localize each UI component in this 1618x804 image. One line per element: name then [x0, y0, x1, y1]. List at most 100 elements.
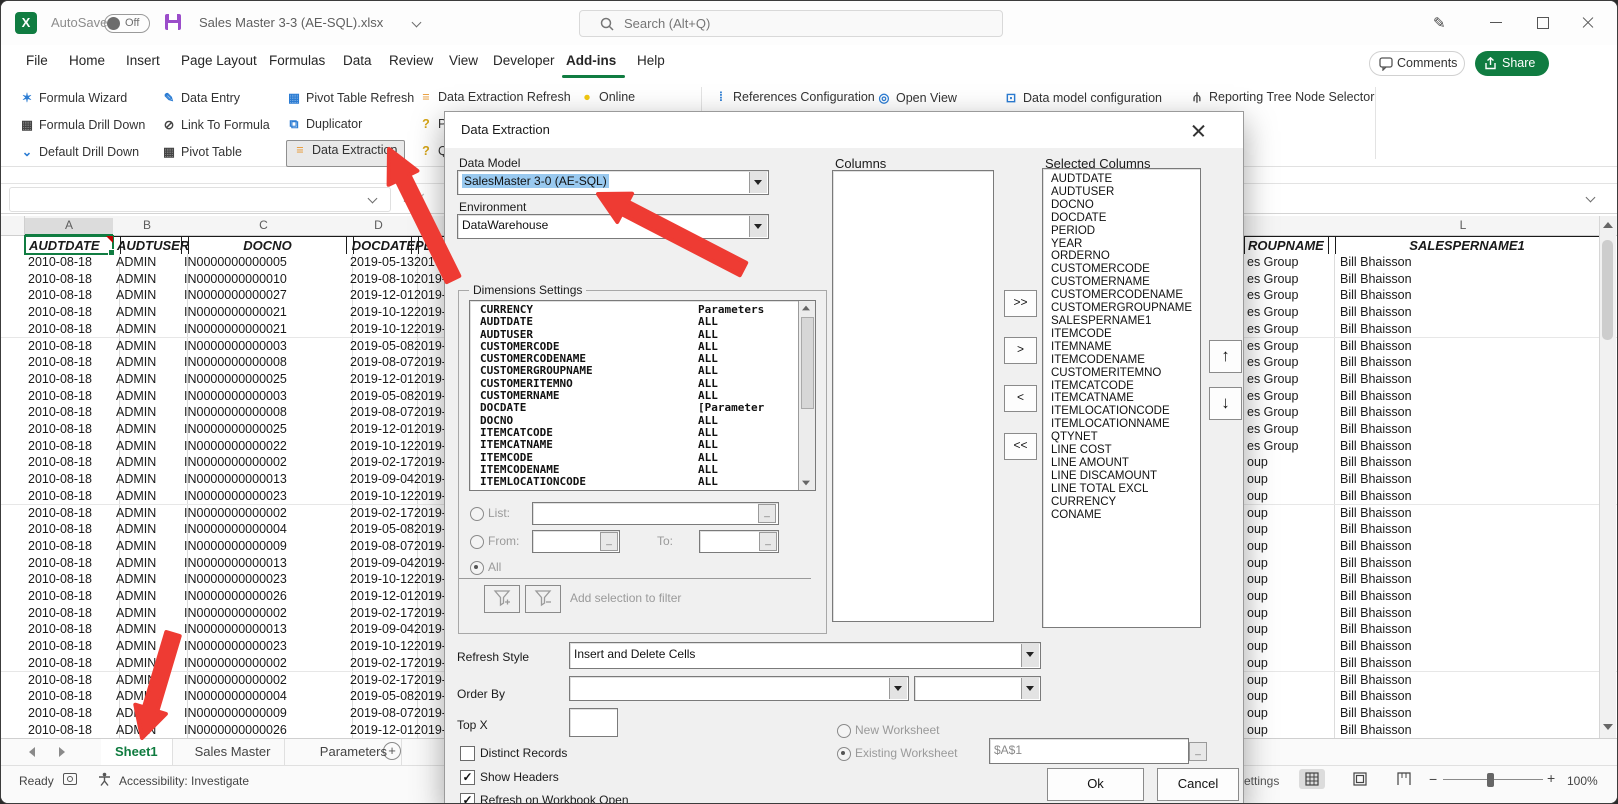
ribbon-item-data-model-configuration[interactable]: ⊡Data model configuration — [1003, 90, 1162, 110]
cell-a[interactable]: 2010-08-18 — [25, 605, 120, 622]
selected-column-item[interactable]: AUDTUSER — [1043, 186, 1200, 199]
cell-a[interactable]: 2010-08-18 — [25, 722, 120, 739]
scrollbar-thumb[interactable] — [1602, 240, 1613, 340]
cell-b[interactable]: ADMIN — [113, 722, 188, 739]
cell-d[interactable]: 2019-08-10 — [346, 271, 418, 288]
order-by-dropdown-icon[interactable] — [889, 678, 907, 699]
selected-column-item[interactable]: AUDTDATE — [1043, 173, 1200, 186]
cell-b[interactable]: ADMIN — [113, 521, 188, 538]
cell-b[interactable]: ADMIN — [113, 438, 188, 455]
order-by-combobox[interactable] — [569, 676, 909, 701]
cell-b[interactable]: ADMIN — [113, 688, 188, 705]
formula-cancel-icon[interactable]: ✕ — [415, 190, 426, 206]
cell-l[interactable]: Bill Bhaisson — [1328, 705, 1614, 722]
cell-d[interactable]: 2019-08-07 — [346, 538, 418, 555]
refresh-on-open-checkbox[interactable]: ✓ — [460, 793, 475, 804]
cell-b[interactable]: ADMIN — [113, 354, 188, 371]
cell-c[interactable]: IN0000000000003 — [181, 338, 353, 355]
ribbon-item-p[interactable]: ?P — [418, 117, 446, 137]
cell-b[interactable]: ADMIN — [113, 705, 188, 722]
move-up-button[interactable]: ↑ — [1209, 340, 1242, 373]
menu-item-data[interactable]: Data — [343, 53, 372, 68]
selected-column-item[interactable]: DOCNO — [1043, 199, 1200, 212]
filter-list-radio[interactable] — [470, 507, 484, 521]
cell-l[interactable]: Bill Bhaisson — [1328, 304, 1614, 321]
existing-worksheet-radio[interactable] — [837, 747, 851, 761]
cell-k[interactable]: es Group — [1244, 388, 1335, 405]
menu-item-help[interactable]: Help — [637, 53, 665, 68]
cell-k[interactable]: es Group — [1244, 421, 1335, 438]
cell-a[interactable]: 2010-08-18 — [25, 505, 120, 522]
cell-c[interactable]: IN0000000000008 — [181, 354, 353, 371]
ribbon-item-formula-wizard[interactable]: ✶Formula Wizard — [19, 90, 127, 110]
cell-d[interactable]: 2019-10-12 — [346, 438, 418, 455]
dialog-title-bar[interactable]: Data Extraction — [445, 112, 1243, 148]
filter-list-browse-button[interactable]: _ — [758, 504, 776, 523]
selected-column-item[interactable]: ORDERNO — [1043, 250, 1200, 263]
vertical-scrollbar[interactable] — [1599, 216, 1616, 738]
cell-b[interactable]: ADMIN — [113, 287, 188, 304]
cell-d[interactable]: 2019-05-08 — [346, 338, 418, 355]
cell-c[interactable]: IN0000000000002 — [181, 454, 353, 471]
filter-to-browse-button[interactable]: _ — [759, 532, 777, 551]
cell-b[interactable]: ADMIN — [113, 555, 188, 572]
cell-c[interactable]: IN0000000000002 — [181, 605, 353, 622]
maximize-button[interactable] — [1519, 1, 1565, 45]
cell-a[interactable]: 2010-08-18 — [25, 638, 120, 655]
share-button[interactable]: Share — [1475, 51, 1549, 76]
cell-ref-browse-button[interactable]: _ — [1189, 742, 1207, 761]
cell-k[interactable]: oup — [1244, 688, 1335, 705]
ribbon-item-open-view[interactable]: ◎Open View — [876, 90, 957, 110]
cell-k[interactable]: es Group — [1244, 438, 1335, 455]
cell-b[interactable]: ADMIN — [113, 621, 188, 638]
ribbon-item-data-extraction[interactable]: ≡Data Extraction — [286, 140, 405, 167]
cell-c[interactable]: IN0000000000004 — [181, 521, 353, 538]
cell-d[interactable]: 2019-12-01 — [346, 421, 418, 438]
cell-l[interactable]: Bill Bhaisson — [1328, 638, 1614, 655]
cell-l[interactable]: Bill Bhaisson — [1328, 722, 1614, 739]
cell-d[interactable]: 2019-02-17 — [346, 605, 418, 622]
cell-a[interactable]: 2010-08-18 — [25, 588, 120, 605]
cell-l[interactable]: Bill Bhaisson — [1328, 371, 1614, 388]
cell-c[interactable]: IN0000000000013 — [181, 555, 353, 572]
scroll-up-icon[interactable] — [1603, 222, 1613, 228]
dialog-close-icon[interactable] — [1187, 119, 1211, 143]
columns-listbox[interactable] — [832, 170, 994, 622]
view-normal-icon[interactable] — [1305, 772, 1319, 786]
selected-column-item[interactable]: ITEMLOCATIONNAME — [1043, 418, 1200, 431]
cell-k[interactable]: oup — [1244, 638, 1335, 655]
remove-filter-button[interactable] — [525, 585, 561, 613]
cell-k[interactable]: oup — [1244, 588, 1335, 605]
cell-k[interactable]: oup — [1244, 571, 1335, 588]
cell-k[interactable]: es Group — [1244, 287, 1335, 304]
cell-c[interactable]: IN0000000000027 — [181, 287, 353, 304]
cell-l[interactable]: Bill Bhaisson — [1328, 271, 1614, 288]
selected-column-item[interactable]: YEAR — [1043, 238, 1200, 251]
tab-nav-right-icon[interactable] — [59, 747, 65, 757]
selected-column-item[interactable]: LINE COST — [1043, 444, 1200, 457]
selected-column-item[interactable]: ITEMCATCODE — [1043, 380, 1200, 393]
filter-all-radio[interactable] — [470, 561, 484, 575]
cell-k[interactable]: es Group — [1244, 254, 1335, 271]
cell-d[interactable]: 2019-09-04 — [346, 471, 418, 488]
selected-column-item[interactable]: LINE DISCAMOUNT — [1043, 470, 1200, 483]
cell-l[interactable]: Bill Bhaisson — [1328, 354, 1614, 371]
fill-handle[interactable] — [108, 249, 115, 256]
selected-column-item[interactable]: ITEMCATNAME — [1043, 392, 1200, 405]
filter-from-radio[interactable] — [470, 535, 484, 549]
name-box[interactable] — [9, 187, 391, 212]
ink-pen-icon[interactable]: ✎ — [1433, 14, 1446, 32]
ribbon-item-reporting-tree-node-selector[interactable]: ⫛Reporting Tree Node Selector — [1189, 90, 1374, 110]
cell-b[interactable]: ADMIN — [113, 588, 188, 605]
menu-item-developer[interactable]: Developer — [493, 53, 555, 68]
cell-l[interactable]: Bill Bhaisson — [1328, 338, 1614, 355]
cell-c[interactable]: IN0000000000002 — [181, 655, 353, 672]
accessibility-icon[interactable] — [97, 772, 112, 787]
menu-item-formulas[interactable]: Formulas — [269, 53, 325, 68]
cell-l[interactable]: Bill Bhaisson — [1328, 454, 1614, 471]
ok-button[interactable]: Ok — [1047, 768, 1144, 801]
cell-d[interactable]: 2019-08-07 — [346, 404, 418, 421]
cell-b[interactable]: ADMIN — [113, 421, 188, 438]
cell-d[interactable]: 2019-02-17 — [346, 672, 418, 689]
comments-button[interactable]: Comments — [1369, 51, 1465, 76]
